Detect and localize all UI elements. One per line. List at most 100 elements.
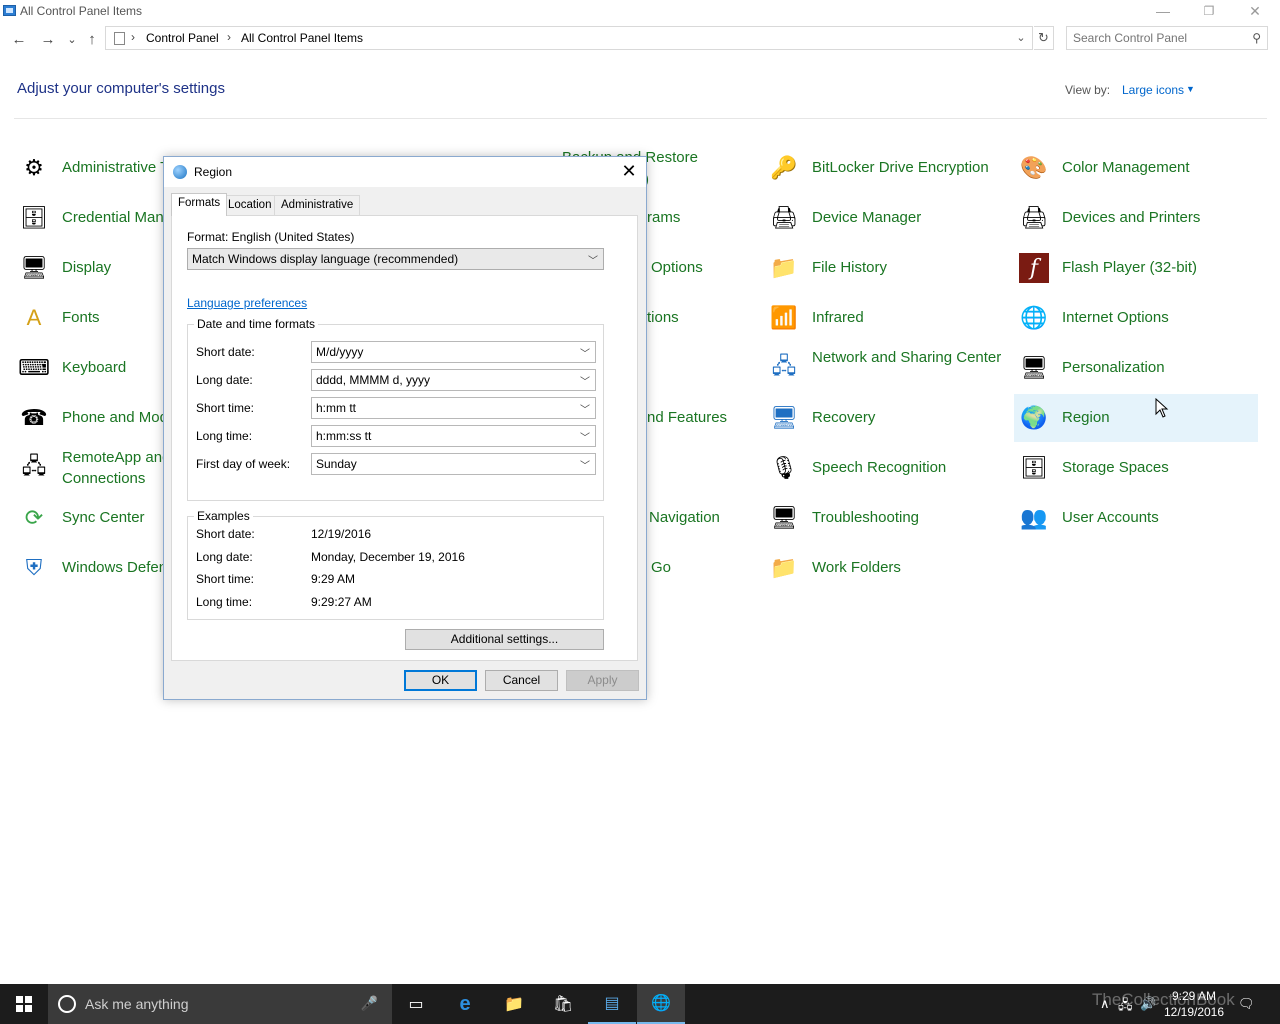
- control-panel-taskbar-icon[interactable]: ▤: [588, 984, 636, 1024]
- page-title: Adjust your computer's settings: [17, 80, 225, 97]
- item-region[interactable]: 🌍 Region: [1014, 394, 1258, 442]
- long-date-select[interactable]: dddd, MMMM d, yyyy ﹀: [311, 369, 596, 391]
- edge-icon[interactable]: e: [441, 984, 489, 1024]
- first-day-of-week-label: First day of week:: [196, 457, 291, 471]
- search-input[interactable]: [1073, 31, 1243, 45]
- item-internet-options[interactable]: 🌐 Internet Options: [1014, 294, 1258, 342]
- cancel-button[interactable]: Cancel: [485, 670, 558, 691]
- item-work-folders[interactable]: 📁 Work Folders: [764, 544, 1008, 592]
- item-troubleshooting[interactable]: 🖥 Troubleshooting: [764, 494, 1008, 542]
- item-label: Network and Sharing Center: [812, 349, 1002, 366]
- up-arrow-icon[interactable]: ↑: [82, 30, 102, 50]
- item-infrared[interactable]: 📶 Infrared: [764, 294, 1008, 342]
- cortana-search-box[interactable]: Ask me anything 🎤: [48, 984, 392, 1024]
- system-clock[interactable]: 9:29 AM 12/19/2016: [1160, 988, 1228, 1020]
- chevron-down-icon: ﹀: [580, 405, 590, 416]
- long-time-select[interactable]: h:mm:ss tt ﹀: [311, 425, 596, 447]
- item-label: Flash Player (32-bit): [1062, 259, 1198, 276]
- short-time-value: h:mm tt: [316, 401, 357, 415]
- item-file-explorer-options-label[interactable]: Options: [651, 259, 703, 276]
- task-view-icon[interactable]: ▭: [392, 984, 440, 1024]
- minimize-button[interactable]: —: [1140, 0, 1186, 24]
- item-taskbar-navigation-label[interactable]: Navigation: [649, 509, 720, 526]
- item-personalization[interactable]: 🖥 Personalization: [1014, 344, 1258, 392]
- file-explorer-icon[interactable]: 📁: [490, 984, 538, 1024]
- address-bar[interactable]: › Control Panel › All Control Panel Item…: [105, 26, 1033, 50]
- chevron-down-icon: ﹀: [588, 256, 598, 267]
- item-color-management[interactable]: 🎨 Color Management: [1014, 144, 1258, 192]
- first-day-of-week-select[interactable]: Sunday ﹀: [311, 453, 596, 475]
- region-taskbar-icon[interactable]: 🌐: [637, 984, 685, 1024]
- short-time-select[interactable]: h:mm tt ﹀: [311, 397, 596, 419]
- item-bitlocker[interactable]: 🔑 BitLocker Drive Encryption: [764, 144, 1008, 192]
- volume-icon[interactable]: 🔊: [1140, 996, 1156, 1012]
- search-icon[interactable]: ⚲: [1252, 31, 1261, 45]
- view-by-label: View by:: [1065, 83, 1111, 97]
- region-dialog: Region ✕ Formats Location Administrative…: [163, 156, 647, 700]
- formats-tab-panel: Format: English (United States) Match Wi…: [171, 215, 638, 661]
- item-network-sharing[interactable]: 🖧 Network and Sharing Center: [764, 344, 1008, 392]
- show-hidden-icons[interactable]: ∧: [1100, 996, 1110, 1012]
- admin-tools-icon: ⚙: [24, 155, 44, 180]
- cortana-icon: [58, 995, 76, 1013]
- item-flash-player[interactable]: f Flash Player (32-bit): [1014, 244, 1258, 292]
- view-by-arrow-icon[interactable]: ▼: [1186, 84, 1195, 94]
- item-indexing-options-label[interactable]: tions: [647, 309, 679, 326]
- chevron-down-icon: ﹀: [580, 377, 590, 388]
- item-device-manager[interactable]: 🖨 Device Manager: [764, 194, 1008, 242]
- chevron-down-icon: ﹀: [580, 349, 590, 360]
- item-speech-recognition[interactable]: 🎙 Speech Recognition: [764, 444, 1008, 492]
- ok-button[interactable]: OK: [404, 670, 477, 691]
- network-icon[interactable]: 🖧: [1118, 996, 1133, 1018]
- language-preferences-link[interactable]: Language preferences: [187, 296, 307, 310]
- item-recovery[interactable]: 🖥 Recovery: [764, 394, 1008, 442]
- short-date-value: M/d/yyyy: [316, 345, 364, 359]
- item-programs-features-label[interactable]: nd Features: [647, 409, 727, 426]
- dialog-close-button[interactable]: ✕: [618, 161, 640, 183]
- bitlocker-icon: 🔑: [770, 155, 798, 180]
- keyboard-icon: ⌨: [18, 355, 50, 380]
- view-by-dropdown[interactable]: Large icons: [1122, 83, 1184, 97]
- example-long-date-label: Long date:: [196, 550, 253, 564]
- additional-settings-button[interactable]: Additional settings...: [405, 629, 604, 650]
- restore-button[interactable]: ❐: [1186, 0, 1232, 24]
- item-windows-to-go-label[interactable]: Go: [651, 559, 671, 576]
- close-window-button[interactable]: ✕: [1232, 0, 1278, 24]
- network-sharing-icon: 🖧: [771, 353, 797, 378]
- windows-logo-icon: [16, 996, 23, 1003]
- windows-defender-icon: ⛨: [25, 555, 43, 580]
- search-box[interactable]: ⚲: [1066, 26, 1268, 50]
- item-label: Troubleshooting: [812, 509, 920, 526]
- item-label: Keyboard: [62, 359, 127, 376]
- refresh-icon[interactable]: ↻: [1034, 26, 1054, 50]
- devices-printers-icon: 🖨: [1020, 205, 1048, 230]
- start-button[interactable]: [0, 984, 48, 1024]
- item-label: Internet Options: [1062, 309, 1169, 326]
- tab-formats[interactable]: Formats: [171, 193, 228, 216]
- short-date-select[interactable]: M/d/yyyy ﹀: [311, 341, 596, 363]
- item-label: Personalization: [1062, 359, 1165, 376]
- tab-administrative[interactable]: Administrative: [274, 195, 361, 215]
- tab-location[interactable]: Location: [221, 195, 279, 215]
- breadcrumb-all-items[interactable]: All Control Panel Items: [241, 31, 363, 45]
- breadcrumb-separator[interactable]: ›: [227, 30, 231, 44]
- breadcrumb-control-panel[interactable]: Control Panel: [146, 31, 219, 45]
- globe-icon: [173, 165, 187, 179]
- microphone-icon[interactable]: 🎤: [361, 995, 378, 1012]
- format-select[interactable]: Match Windows display language (recommen…: [187, 248, 604, 270]
- recent-locations-icon[interactable]: ⌄: [62, 30, 82, 50]
- store-icon[interactable]: 🛍: [539, 984, 587, 1024]
- address-dropdown-icon[interactable]: ⌄: [1012, 28, 1030, 48]
- back-arrow-icon[interactable]: ←: [9, 30, 29, 50]
- item-default-programs-label[interactable]: rams: [647, 209, 680, 226]
- forward-arrow-icon[interactable]: →: [38, 30, 58, 50]
- examples-group: Examples Short date: 12/19/2016 Long dat…: [187, 509, 604, 620]
- item-devices-printers[interactable]: 🖨 Devices and Printers: [1014, 194, 1258, 242]
- action-center-icon[interactable]: 🗨: [1238, 996, 1255, 1012]
- credential-manager-icon: 🗄: [20, 205, 48, 230]
- apply-button[interactable]: Apply: [566, 670, 639, 691]
- item-storage-spaces[interactable]: 🗄 Storage Spaces: [1014, 444, 1258, 492]
- header-divider: [14, 118, 1267, 119]
- item-user-accounts[interactable]: 👥 User Accounts: [1014, 494, 1258, 542]
- item-file-history[interactable]: 📁 File History: [764, 244, 1008, 292]
